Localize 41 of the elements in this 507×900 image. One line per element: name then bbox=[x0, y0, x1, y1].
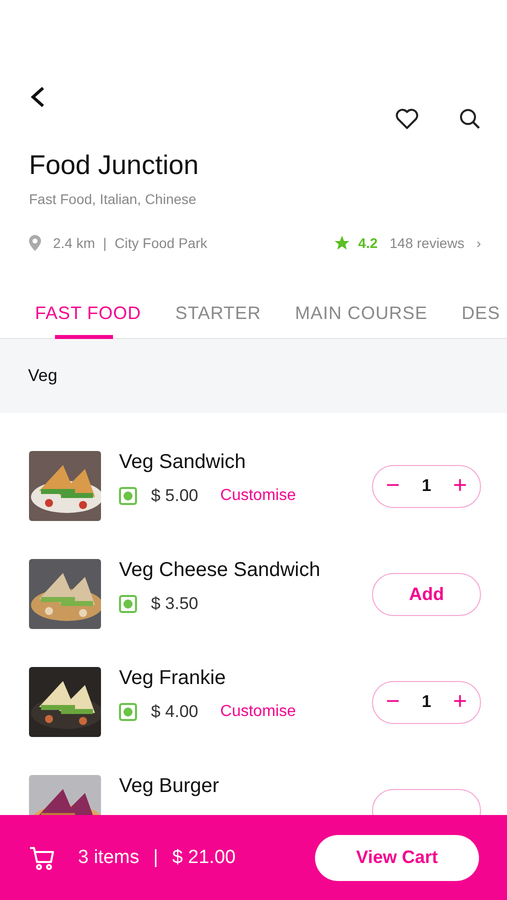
customise-link[interactable]: Customise bbox=[220, 487, 296, 505]
heart-icon[interactable] bbox=[395, 108, 419, 130]
item-name: Veg Sandwich bbox=[119, 451, 247, 474]
decrease-button[interactable]: − bbox=[382, 688, 404, 716]
separator: | bbox=[103, 235, 107, 251]
item-price: $ 5.00 bbox=[151, 486, 198, 506]
quantity: 1 bbox=[422, 476, 432, 496]
veg-icon bbox=[119, 703, 137, 721]
veg-icon bbox=[119, 595, 137, 613]
search-icon[interactable] bbox=[459, 108, 481, 130]
customise-link[interactable]: Customise bbox=[220, 703, 296, 721]
star-icon bbox=[334, 235, 350, 251]
category-tab[interactable]: FAST FOOD bbox=[35, 303, 142, 338]
restaurant-name: Food Junction bbox=[29, 150, 200, 181]
item-name: Veg Burger bbox=[119, 775, 220, 798]
item-price: $ 3.50 bbox=[151, 594, 198, 614]
cart-count: 3 items bbox=[78, 846, 140, 868]
location: City Food Park bbox=[114, 235, 208, 251]
reviews-link[interactable]: 148 reviews bbox=[390, 235, 464, 251]
distance: 2.4 km bbox=[53, 235, 96, 251]
section-title: Veg bbox=[28, 366, 58, 386]
category-tab[interactable]: MAIN COURSE bbox=[295, 303, 428, 338]
view-cart-button[interactable]: View Cart bbox=[315, 834, 479, 880]
category-tab[interactable]: DES bbox=[462, 303, 500, 338]
separator: | bbox=[153, 846, 158, 868]
location-pin-icon bbox=[29, 235, 41, 251]
increase-button[interactable]: + bbox=[449, 472, 472, 500]
rating: 4.2 bbox=[358, 235, 378, 251]
veg-icon bbox=[119, 487, 137, 505]
chevron-icon[interactable]: › bbox=[476, 235, 481, 251]
item-price: $ 4.00 bbox=[151, 702, 198, 722]
add-button[interactable]: Add bbox=[372, 572, 481, 616]
increase-button[interactable]: + bbox=[449, 688, 472, 716]
cart-total: $ 21.00 bbox=[172, 846, 236, 868]
back-button[interactable] bbox=[29, 86, 47, 108]
decrease-button[interactable]: − bbox=[382, 472, 404, 500]
category-tab[interactable]: STARTER bbox=[175, 303, 262, 338]
quantity: 1 bbox=[422, 692, 432, 712]
item-name: Veg Cheese Sandwich bbox=[119, 559, 322, 582]
item-name: Veg Frankie bbox=[119, 667, 227, 690]
cuisines: Fast Food, Italian, Chinese bbox=[29, 191, 198, 207]
